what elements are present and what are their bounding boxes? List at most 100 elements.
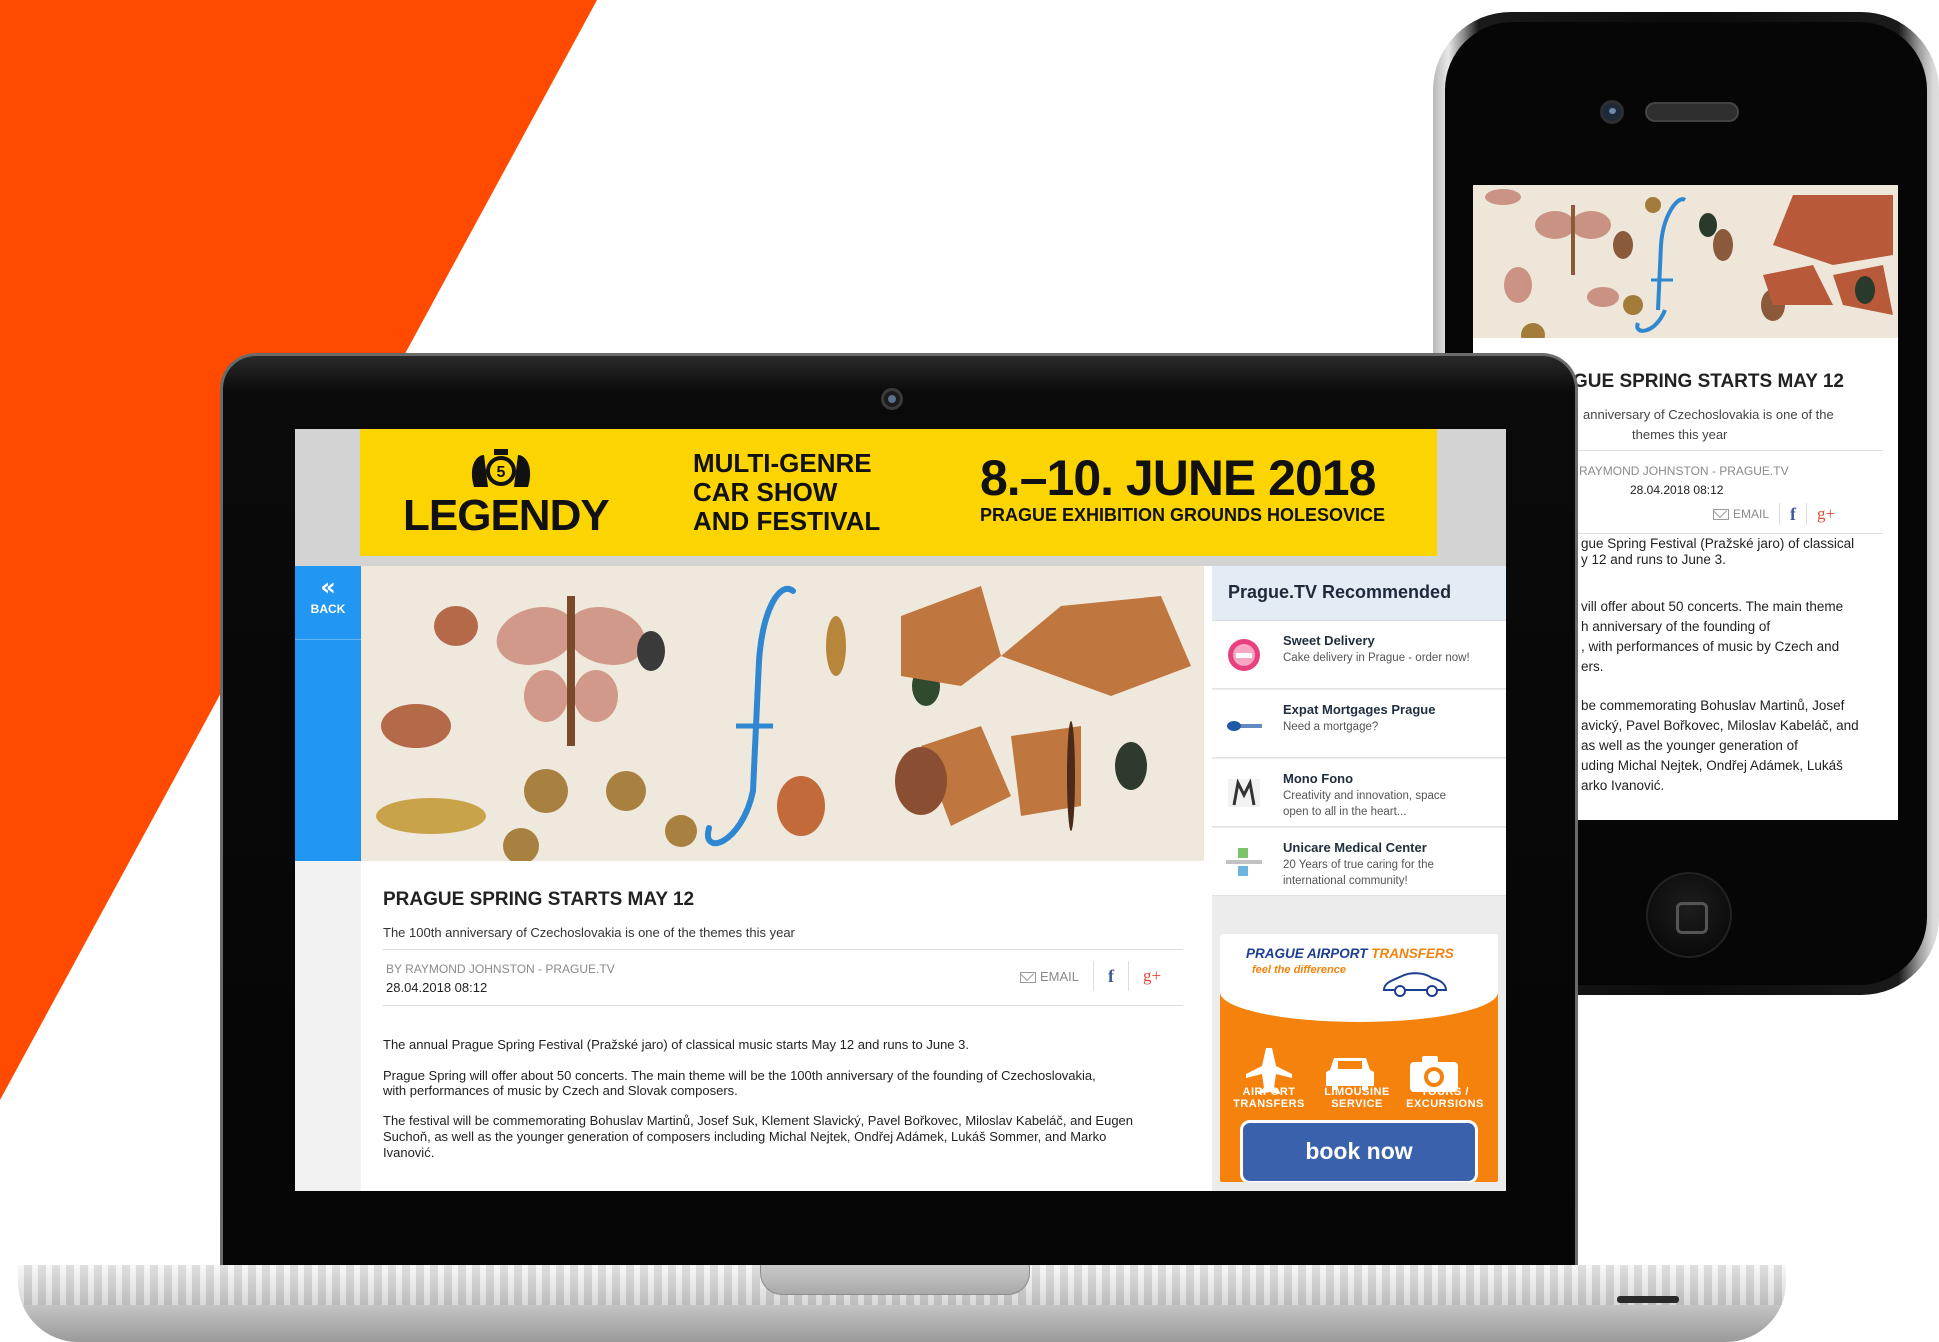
email-label: EMAIL [1040, 968, 1080, 984]
recommended-heading: Prague.TV Recommended [1228, 582, 1452, 602]
article-byline: BY RAYMOND JOHNSTON - PRAGUE.TV [386, 962, 615, 976]
book-now-button[interactable]: book now [1240, 1120, 1478, 1182]
back-column: « BACK [295, 566, 361, 861]
recommended-item-desc: Cake delivery in Prague - order now! [1283, 652, 1470, 664]
legendy-ad-banner[interactable]: 5 LEGENDY MULTI-GENRE CAR SHOW AND FESTI… [360, 429, 1437, 556]
recommended-item[interactable]: Expat Mortgages Prague Need a mortgage? [1212, 690, 1506, 758]
article-title: PRAGUE SPRING STARTS MAY 12 [383, 889, 695, 910]
recommended-item-name: Expat Mortgages Prague [1283, 702, 1436, 717]
legendy-car-logo-icon: 5 [471, 449, 531, 487]
article-paragraph: with performances of music by Czech and … [383, 1083, 738, 1098]
phone-camera-icon [1600, 100, 1624, 124]
recommended-item-desc: Creativity and innovation, space open to… [1283, 788, 1446, 820]
phone-body-line: be commemorating Bohuslav Martinů, Josef [1581, 698, 1845, 713]
ad-tagline: MULTI-GENRE CAR SHOW AND FESTIVAL [693, 449, 880, 536]
google-plus-icon[interactable]: g+ [1817, 504, 1835, 524]
article-date: 28.04.2018 08:12 [386, 980, 488, 995]
phone-byline: RAYMOND JOHNSTON - PRAGUE.TV [1579, 464, 1789, 478]
sidebar: Prague.TV Recommended Sweet Delivery Cak… [1212, 566, 1506, 1191]
article-paragraph: The annual Prague Spring Festival (Pražs… [383, 1037, 969, 1052]
service-label-line: TRANSFERS [1233, 1098, 1305, 1110]
recommended-item-name: Mono Fono [1283, 771, 1354, 786]
back-button[interactable]: « BACK [295, 566, 361, 640]
left-gutter [295, 861, 361, 1191]
phone-article-subtitle: themes this year [1632, 427, 1728, 442]
laptop-camera-icon [881, 388, 903, 410]
sweet-delivery-logo-icon [1228, 639, 1260, 671]
phone-body-line: gue Spring Festival (Pražské jaro) of cl… [1581, 536, 1855, 551]
ad-tagline-line: AND FESTIVAL [693, 506, 881, 536]
ad-venue: PRAGUE EXHIBITION GROUNDS HOLESOVICE [980, 505, 1386, 525]
phone-body-line: uding Michal Nejtek, Ondřej Adámek, Luká… [1581, 758, 1843, 773]
phone-body-line: as well as the younger generation of [1581, 738, 1798, 753]
phone-share-bar: EMAIL f g+ [1713, 503, 1835, 525]
phone-body-line: ers. [1581, 659, 1604, 674]
article-paragraph: Suchoň, as well as the younger generatio… [383, 1129, 1107, 1144]
phone-body-line: y 12 and runs to June 3. [1581, 552, 1726, 567]
phone-hero-image [1473, 185, 1898, 338]
divider [1573, 533, 1883, 534]
facebook-icon[interactable]: f [1108, 966, 1114, 987]
ad-strip: 5 LEGENDY MULTI-GENRE CAR SHOW AND FESTI… [295, 429, 1506, 566]
phone-body-line: arko Ivanović. [1581, 778, 1665, 793]
phone-article-title: GUE SPRING STARTS MAY 12 [1573, 371, 1844, 392]
desc-line: Creativity and innovation, space [1283, 790, 1447, 802]
ad-tagline-line: MULTI-GENRE [693, 448, 872, 478]
recommended-item[interactable]: Mono Fono Creativity and innovation, spa… [1212, 759, 1506, 827]
email-share-button[interactable]: EMAIL [1713, 507, 1769, 521]
phone-body-line: h anniversary of the founding of [1581, 619, 1771, 634]
recommended-header: Prague.TV Recommended [1212, 566, 1506, 621]
phone-home-button[interactable] [1646, 872, 1732, 958]
divider [1128, 961, 1130, 991]
phone-speaker [1645, 102, 1739, 122]
article-subtitle: The 100th anniversary of Czechoslovakia … [383, 925, 795, 940]
back-label: BACK [310, 602, 346, 616]
service-label-line: LIMOUSINE [1324, 1086, 1390, 1098]
google-plus-icon[interactable]: g+ [1143, 966, 1161, 986]
svg-text:5: 5 [497, 464, 506, 481]
mortgage-logo-icon [1227, 721, 1262, 731]
desc-line: international community! [1283, 875, 1408, 887]
laptop-indicator [1617, 1296, 1679, 1303]
recommended-item-desc: 20 Years of true caring for the internat… [1283, 857, 1434, 889]
laptop-open-notch [760, 1265, 1030, 1295]
service-label-line: AIRPORT [1242, 1086, 1296, 1098]
insect-instruments-illustration [1473, 185, 1898, 338]
service-label-line: SERVICE [1331, 1098, 1383, 1110]
recommended-item[interactable]: Unicare Medical Center 20 Years of true … [1212, 828, 1506, 896]
insect-instruments-illustration [361, 566, 1204, 861]
promo-title-b: TRANSFERS [1371, 946, 1454, 961]
car-outline-icon [1382, 972, 1448, 997]
phone-body-line: avický, Pavel Bořkovec, Miloslav Kabeláč… [1581, 718, 1859, 733]
service-label: LIMOUSINE SERVICE [1312, 1086, 1402, 1110]
recommended-item-name: Unicare Medical Center [1283, 840, 1427, 855]
airport-transfer-promo[interactable]: PRAGUE AIRPORT TRANSFERS feel the differ… [1220, 934, 1498, 1182]
phone-date: 28.04.2018 08:12 [1630, 483, 1724, 497]
recommended-item[interactable]: Sweet Delivery Cake delivery in Prague -… [1212, 621, 1506, 689]
share-bar: EMAIL f g+ [1020, 961, 1161, 991]
article-paragraph: Ivanović. [383, 1145, 435, 1160]
ad-tagline-line: CAR SHOW [693, 477, 838, 507]
promo-title: PRAGUE AIRPORT TRANSFERS [1246, 946, 1454, 961]
marketing-stage: GUE SPRING STARTS MAY 12 anniversary of … [0, 0, 1939, 1342]
desc-line: 20 Years of true caring for the [1283, 859, 1434, 871]
phone-body-line: vill offer about 50 concerts. The main t… [1581, 599, 1844, 614]
mail-icon [1020, 971, 1036, 983]
divider [1779, 503, 1781, 525]
service-label-line: TOURS / [1421, 1086, 1469, 1098]
divider [1573, 450, 1883, 451]
email-share-button[interactable]: EMAIL [1020, 969, 1079, 984]
divider [383, 949, 1183, 950]
recommended-item-name: Sweet Delivery [1283, 633, 1375, 648]
promo-tagline: feel the difference [1252, 964, 1346, 976]
promo-title-a: PRAGUE AIRPORT [1246, 946, 1368, 961]
mail-icon [1713, 509, 1729, 521]
unicare-logo-icon [1226, 848, 1262, 876]
desc-line: open to all in the heart... [1283, 806, 1407, 818]
service-label: TOURS / EXCURSIONS [1400, 1086, 1490, 1110]
service-label-line: EXCURSIONS [1406, 1098, 1484, 1110]
phone-body-line: , with performances of music by Czech an… [1581, 639, 1840, 654]
mono-fono-logo-icon [1228, 778, 1260, 807]
service-label: AIRPORT TRANSFERS [1224, 1086, 1314, 1110]
facebook-icon[interactable]: f [1790, 504, 1796, 525]
